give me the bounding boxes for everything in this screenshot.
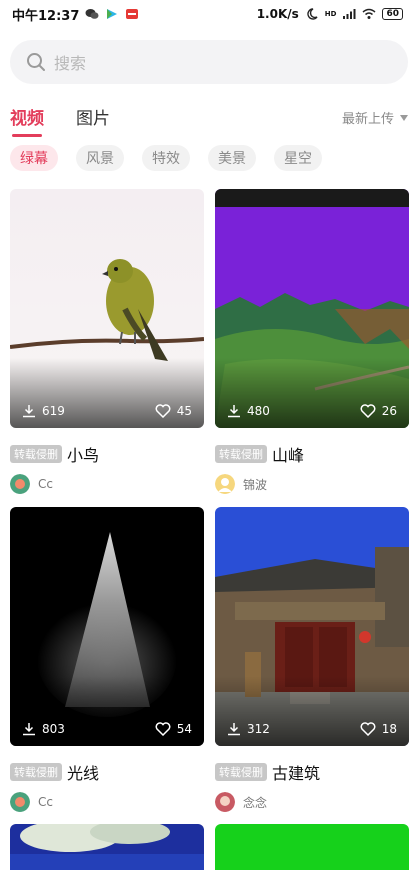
video-stats: 803 54 (22, 722, 192, 736)
battery-indicator: 60 (382, 8, 403, 20)
avatar[interactable] (10, 792, 30, 812)
video-card[interactable]: 803 54 转载侵删 光线 Cc (10, 507, 204, 812)
card-author-row[interactable]: 锦波 (215, 474, 409, 494)
heart-icon (360, 404, 376, 418)
heart-icon (360, 722, 376, 736)
card-author-row[interactable]: Cc (10, 792, 204, 812)
green-screen-image (215, 824, 409, 870)
avatar[interactable] (215, 474, 235, 494)
like-count: 18 (360, 722, 397, 736)
download-icon (23, 723, 35, 736)
sort-label: 最新上传 (341, 112, 394, 127)
network-speed: 1.0K/s (256, 7, 299, 21)
status-right: 1.0K/s HD 60 (257, 7, 403, 21)
flowers-image (10, 824, 204, 870)
repost-badge: 转载侵删 (10, 763, 62, 781)
download-icon (228, 723, 240, 736)
wifi-icon (362, 8, 376, 19)
download-count: 619 (22, 404, 65, 418)
author-name: Cc (38, 477, 53, 491)
signal-icon (343, 9, 356, 19)
search-bar[interactable]: 搜索 (10, 40, 408, 84)
heart-icon (155, 404, 171, 418)
tab-video[interactable]: 视频 (10, 104, 44, 137)
author-name: 锦波 (243, 477, 268, 492)
author-name: Cc (38, 795, 53, 809)
video-card[interactable] (215, 824, 409, 870)
likes-value: 26 (381, 404, 397, 418)
repost-badge: 转载侵删 (10, 445, 62, 463)
moon-icon (307, 8, 318, 20)
repost-badge: 转载侵删 (215, 763, 267, 781)
tab-image[interactable]: 图片 (76, 104, 110, 129)
video-card[interactable]: 312 18 转载侵删 古建筑 念念 (215, 507, 409, 812)
notification-icons (85, 8, 139, 20)
video-thumbnail[interactable] (215, 824, 409, 870)
card-title[interactable]: 山峰 (272, 442, 304, 466)
video-card[interactable]: 480 26 转载侵删 山峰 锦波 (215, 189, 409, 494)
author-name: 念念 (243, 795, 268, 810)
search-icon (27, 53, 45, 71)
download-icon (228, 405, 240, 418)
card-title-row: 转载侵删 小鸟 (10, 442, 204, 466)
content-tabs: 视频 图片 最新上传 (10, 104, 408, 137)
card-title[interactable]: 古建筑 (272, 760, 320, 784)
like-count: 26 (360, 404, 397, 418)
card-title-row: 转载侵删 古建筑 (215, 760, 409, 784)
hd-label: HD (324, 10, 337, 18)
chip-scenery[interactable]: 风景 (76, 145, 124, 171)
chip-beautiful-view[interactable]: 美景 (208, 145, 256, 171)
dropdown-triangle-icon (400, 114, 408, 121)
card-author-row[interactable]: 念念 (215, 792, 409, 812)
video-card[interactable] (10, 824, 204, 870)
chip-effects[interactable]: 特效 (142, 145, 190, 171)
video-thumbnail[interactable]: 803 54 (10, 507, 204, 746)
chip-starry-sky[interactable]: 星空 (274, 145, 322, 171)
downloads-value: 803 (42, 722, 65, 736)
download-count: 803 (22, 722, 65, 736)
video-thumbnail[interactable] (10, 824, 204, 870)
downloads-value: 480 (247, 404, 270, 418)
like-count: 54 (155, 722, 192, 736)
card-author-row[interactable]: Cc (10, 474, 204, 494)
card-title[interactable]: 光线 (67, 760, 99, 784)
download-count: 312 (227, 722, 270, 736)
card-title[interactable]: 小鸟 (67, 442, 99, 466)
chip-green-screen[interactable]: 绿幕 (10, 145, 58, 171)
like-count: 45 (155, 404, 192, 418)
video-stats: 312 18 (227, 722, 397, 736)
card-title-row: 转载侵删 光线 (10, 760, 204, 784)
app-notification-icon (126, 9, 139, 19)
status-time: 中午12:37 (12, 8, 80, 24)
card-title-row: 转载侵删 山峰 (215, 442, 409, 466)
download-count: 480 (227, 404, 270, 418)
status-bar: 中午12:37 1.0K/s HD 60 (0, 0, 415, 28)
category-chips: 绿幕 风景 特效 美景 星空 (10, 145, 322, 171)
heart-icon (155, 722, 171, 736)
avatar[interactable] (10, 474, 30, 494)
avatar[interactable] (215, 792, 235, 812)
download-icon (23, 405, 35, 418)
play-store-icon (107, 9, 118, 19)
video-stats: 480 26 (227, 404, 397, 418)
video-thumbnail[interactable]: 619 45 (10, 189, 204, 428)
repost-badge: 转载侵删 (215, 445, 267, 463)
likes-value: 18 (381, 722, 397, 736)
likes-value: 54 (176, 722, 192, 736)
video-card[interactable]: 619 45 转载侵删 小鸟 Cc (10, 189, 204, 494)
likes-value: 45 (176, 404, 192, 418)
sort-dropdown[interactable]: 最新上传 (342, 104, 408, 127)
downloads-value: 619 (42, 404, 65, 418)
wechat-icon (85, 9, 99, 19)
video-thumbnail[interactable]: 312 18 (215, 507, 409, 746)
video-thumbnail[interactable]: 480 26 (215, 189, 409, 428)
downloads-value: 312 (247, 722, 270, 736)
search-placeholder: 搜索 (54, 54, 87, 73)
video-stats: 619 45 (22, 404, 192, 418)
